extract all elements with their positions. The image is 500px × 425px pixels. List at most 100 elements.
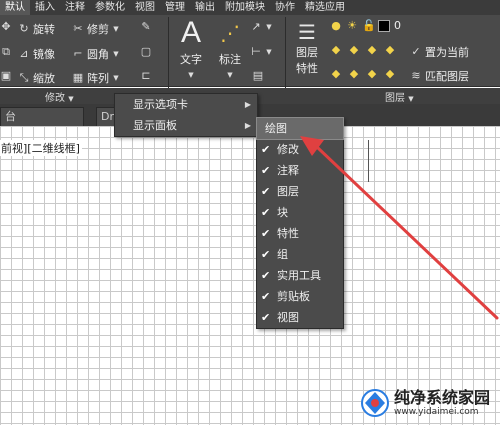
viewport-label[interactable]: 前视][二维线框] (0, 140, 82, 156)
panel-item-block-label: 块 (277, 206, 288, 219)
copy-button[interactable]: ⧉ (0, 46, 12, 58)
rotate-button[interactable]: ↻ 旋转 (18, 21, 55, 37)
chevron-down-icon: ▼ (113, 25, 119, 33)
layer-thaw-icon[interactable]: ◆ (366, 68, 378, 80)
lock-icon: 🔓 (362, 18, 376, 32)
tab-output[interactable]: 输出 (190, 0, 220, 15)
table-button[interactable]: ▤ (252, 70, 264, 82)
move-button[interactable]: ✥ (0, 21, 12, 33)
chevron-down-icon: ▼ (188, 71, 194, 79)
leader-button[interactable]: ↗ ▼ (250, 21, 273, 33)
panel-item-properties[interactable]: ✔ 特性 (257, 223, 343, 244)
text-button[interactable]: A 文字 ▼ (174, 17, 208, 81)
fillet-label: 圆角 (87, 48, 109, 61)
panel-item-layers-label: 图层 (277, 185, 299, 198)
mirror-button[interactable]: ⊿ 镜像 (18, 46, 55, 62)
match-layer-button[interactable]: ≋ 匹配图层 (410, 68, 469, 84)
panel-item-utilities[interactable]: ✔ 实用工具 (257, 265, 343, 286)
ribbon-context-menu: 显示选项卡 ▶ 显示面板 ▶ (114, 93, 258, 137)
file-tab-drawing[interactable]: Dr (96, 107, 116, 126)
make-current-button[interactable]: ✓ 置为当前 (410, 44, 469, 60)
layer-on-icon[interactable]: ◆ (330, 68, 342, 80)
show-tabs-label: 显示选项卡 (133, 98, 188, 111)
panel-item-annotation[interactable]: ✔ 注释 (257, 160, 343, 181)
show-panels-menu-item[interactable]: 显示面板 ▶ (115, 115, 257, 136)
tab-addins[interactable]: 附加模块 (220, 0, 270, 15)
panel-title-layers[interactable]: 图层 ▼ (385, 89, 414, 104)
array-label: 阵列 (87, 72, 109, 85)
panel-item-annotation-label: 注释 (277, 164, 299, 177)
tab-featured-apps[interactable]: 精选应用 (300, 0, 350, 15)
tab-insert[interactable]: 插入 (30, 0, 60, 15)
layer-tools-row-1: ◆ ◆ ◆ ◆ (330, 44, 396, 56)
scale-button[interactable]: ⤡ 缩放 (18, 70, 55, 86)
color-swatch-icon (378, 19, 390, 32)
layer-unlock-icon[interactable]: ◆ (384, 68, 396, 80)
tab-manage[interactable]: 管理 (160, 0, 190, 15)
panel-item-view[interactable]: ✔ 视图 (257, 307, 343, 328)
match-layer-icon: ≋ (411, 69, 421, 82)
checkmark-icon: ✔ (261, 164, 271, 177)
tab-default[interactable]: 默认 (0, 0, 30, 15)
layer-unisolate-icon[interactable]: ◆ (348, 68, 360, 80)
dimension-button[interactable]: ⋰ 标注 ▼ (212, 17, 248, 81)
drawing-canvas[interactable] (0, 126, 500, 425)
tab-collaborate[interactable]: 协作 (270, 0, 300, 15)
trim-label: 修剪 (87, 23, 109, 36)
layer-tools-row-2: ◆ ◆ ◆ ◆ (330, 68, 396, 80)
fillet-button[interactable]: ⌐ 圆角 ▼ (72, 46, 120, 62)
panel-item-layers[interactable]: ✔ 图层 (257, 181, 343, 202)
offset-button[interactable]: ⊏ (140, 70, 152, 82)
layer-off-icon[interactable]: ◆ (330, 44, 342, 56)
text-icon: A (180, 16, 201, 49)
tab-view[interactable]: 视图 (130, 0, 160, 15)
layer-lock-icon[interactable]: ◆ (384, 44, 396, 56)
lightbulb-icon: ● (331, 18, 341, 32)
mirror-icon: ⊿ (19, 47, 29, 60)
offset-icon: ⊏ (141, 69, 151, 82)
layer-isolate-icon[interactable]: ◆ (348, 44, 360, 56)
show-tabs-menu-item[interactable]: 显示选项卡 ▶ (115, 94, 257, 115)
layers-stack-icon: ☰ (298, 20, 316, 44)
ribbon-tab-bar: 默认 插入 注释 参数化 视图 管理 输出 附加模块 协作 精选应用 (0, 0, 500, 15)
checkmark-icon: ✔ (261, 206, 271, 219)
leader-icon: ↗ (251, 20, 261, 33)
erase-button[interactable]: ✎ (140, 21, 152, 33)
panel-item-modify-label: 修改 (277, 143, 299, 156)
explode-icon: ▢ (140, 45, 152, 58)
checkmark-icon: ✔ (261, 269, 271, 282)
panel-item-block[interactable]: ✔ 块 (257, 202, 343, 223)
dimension-style-button[interactable]: ⊢ ▼ (250, 46, 273, 58)
panel-title-modify-label: 修改 (45, 93, 65, 104)
layer-properties-label-1: 图层 (296, 46, 318, 59)
move-icon: ✥ (1, 20, 11, 33)
panel-item-groups[interactable]: ✔ 组 (257, 244, 343, 265)
text-label: 文字 (180, 53, 202, 66)
match-layer-label: 匹配图层 (425, 70, 469, 83)
trim-button[interactable]: ✂ 修剪 ▼ (72, 21, 120, 37)
panel-item-utilities-label: 实用工具 (277, 269, 321, 282)
file-tab-start[interactable]: 台 (0, 107, 84, 126)
panel-title-layers-label: 图层 (385, 93, 405, 104)
layer-freeze-icon[interactable]: ◆ (366, 44, 378, 56)
tab-annotate[interactable]: 注释 (60, 0, 90, 15)
panel-title-modify[interactable]: 修改 ▼ (45, 89, 74, 104)
explode-button[interactable]: ▢ (140, 46, 152, 58)
scale-label: 缩放 (33, 72, 55, 85)
scale-icon: ⤡ (19, 71, 29, 84)
watermark: 纯净系统家园 www.yidaimei.com (360, 385, 495, 421)
ribbon-panel-area: ✥ ↻ 旋转 ✂ 修剪 ▼ ✎ ⧉ ⊿ 镜像 ⌐ 圆角 ▼ ▢ ▣ ⤡ 缩放 ▦… (0, 15, 500, 101)
copy-icon: ⧉ (2, 45, 10, 58)
layer-properties-button[interactable]: ☰ 图层 特性 (290, 20, 324, 76)
panel-item-modify[interactable]: ✔ 修改 (257, 139, 343, 160)
panel-item-draw[interactable]: 绘图 (256, 117, 344, 140)
stretch-button[interactable]: ▣ (0, 70, 12, 82)
watermark-title: 纯净系统家园 (394, 388, 491, 407)
panel-item-clipboard[interactable]: ✔ 剪贴板 (257, 286, 343, 307)
show-panels-label: 显示面板 (133, 119, 177, 132)
dimension-icon: ⋰ (220, 21, 240, 45)
panel-item-view-label: 视图 (277, 311, 299, 324)
layer-dropdown[interactable]: ● ☀ 🔓 0 (330, 19, 401, 32)
array-button[interactable]: ▦ 阵列 ▼ (72, 70, 120, 86)
tab-parametric[interactable]: 参数化 (90, 0, 130, 15)
